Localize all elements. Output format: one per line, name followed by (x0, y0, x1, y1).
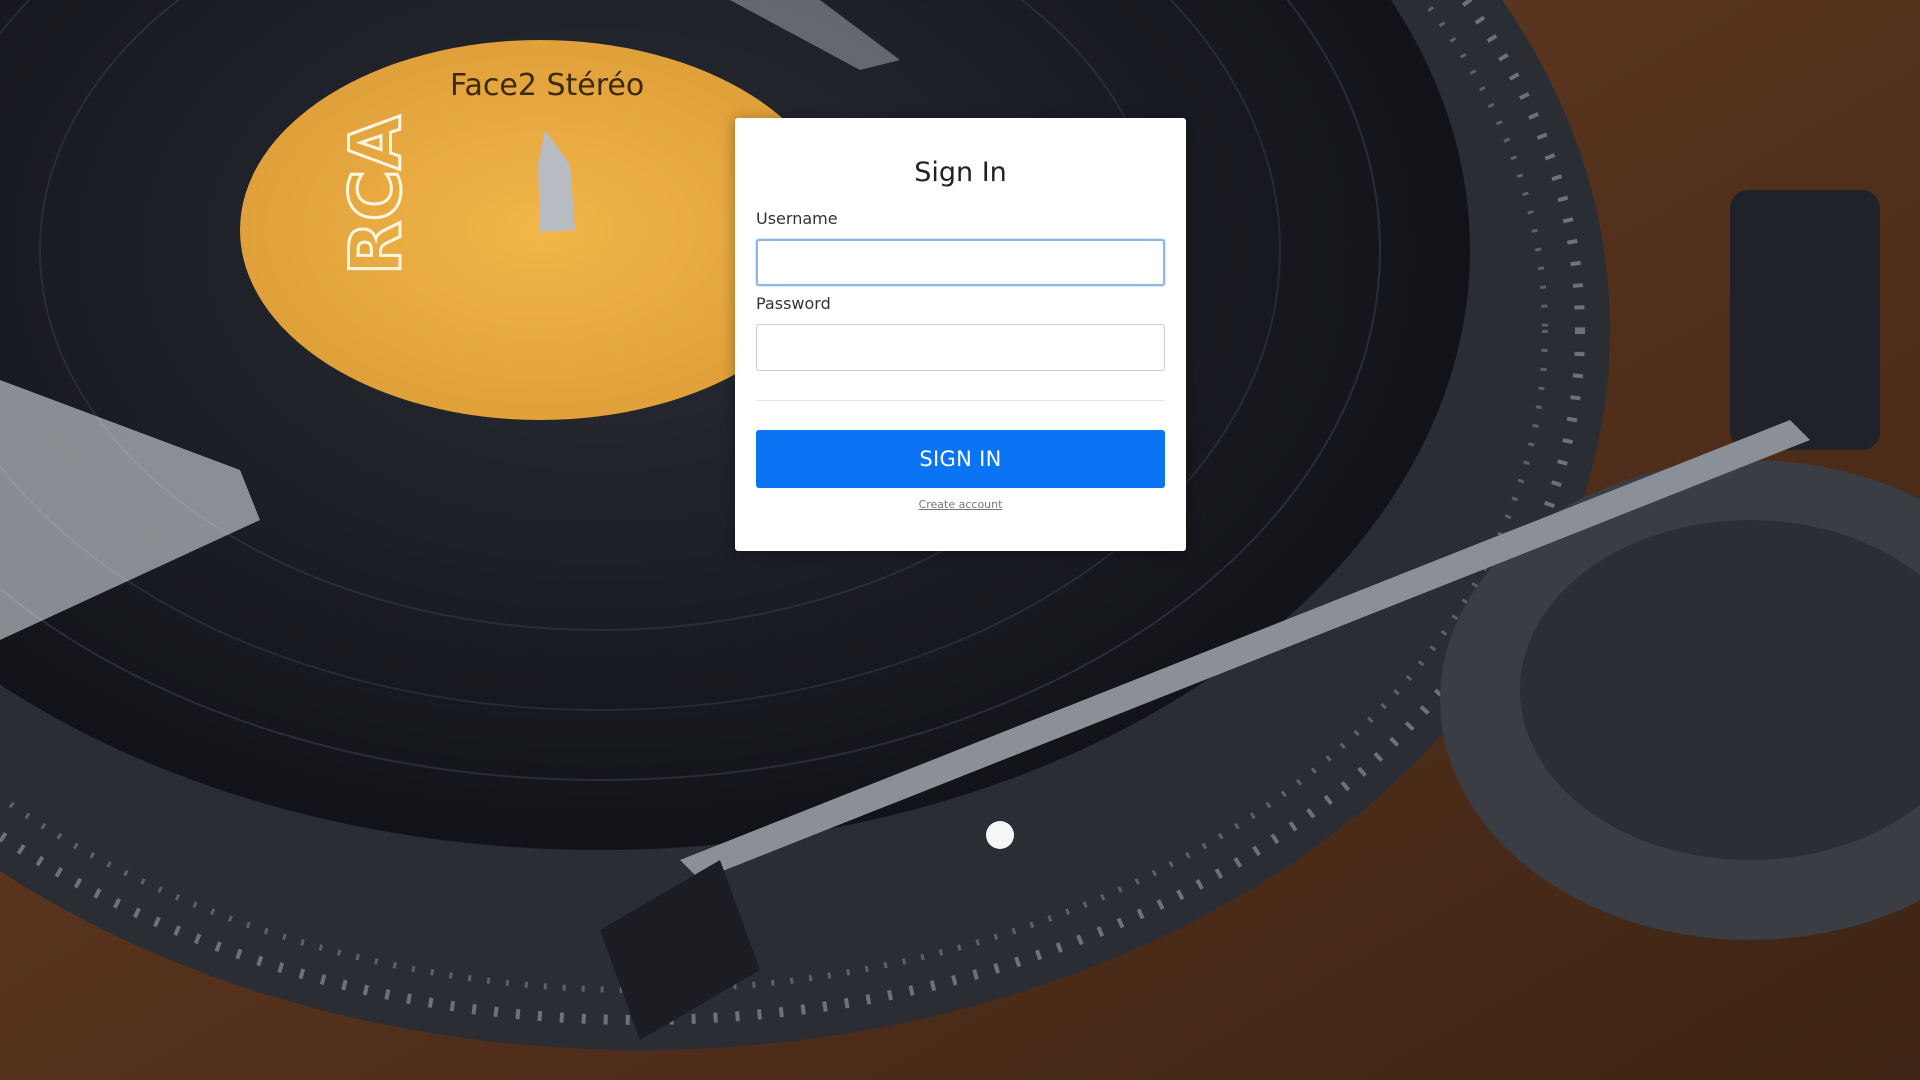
username-label: Username (756, 209, 838, 228)
password-input[interactable] (756, 324, 1165, 371)
record-label-text: Face2 Stéréo (450, 68, 644, 103)
record-label-logo: RCA (335, 116, 417, 275)
form-divider (756, 400, 1165, 401)
tonearm-counterweight (1730, 190, 1880, 450)
username-input[interactable] (756, 239, 1165, 286)
sign-in-button[interactable]: SIGN IN (756, 430, 1165, 488)
login-card: Sign In Username Password SIGN IN Create… (735, 118, 1186, 551)
page-title: Sign In (914, 157, 1007, 188)
tonearm-highlight (986, 821, 1014, 849)
create-account-link[interactable]: Create account (756, 498, 1165, 511)
password-label: Password (756, 294, 831, 313)
